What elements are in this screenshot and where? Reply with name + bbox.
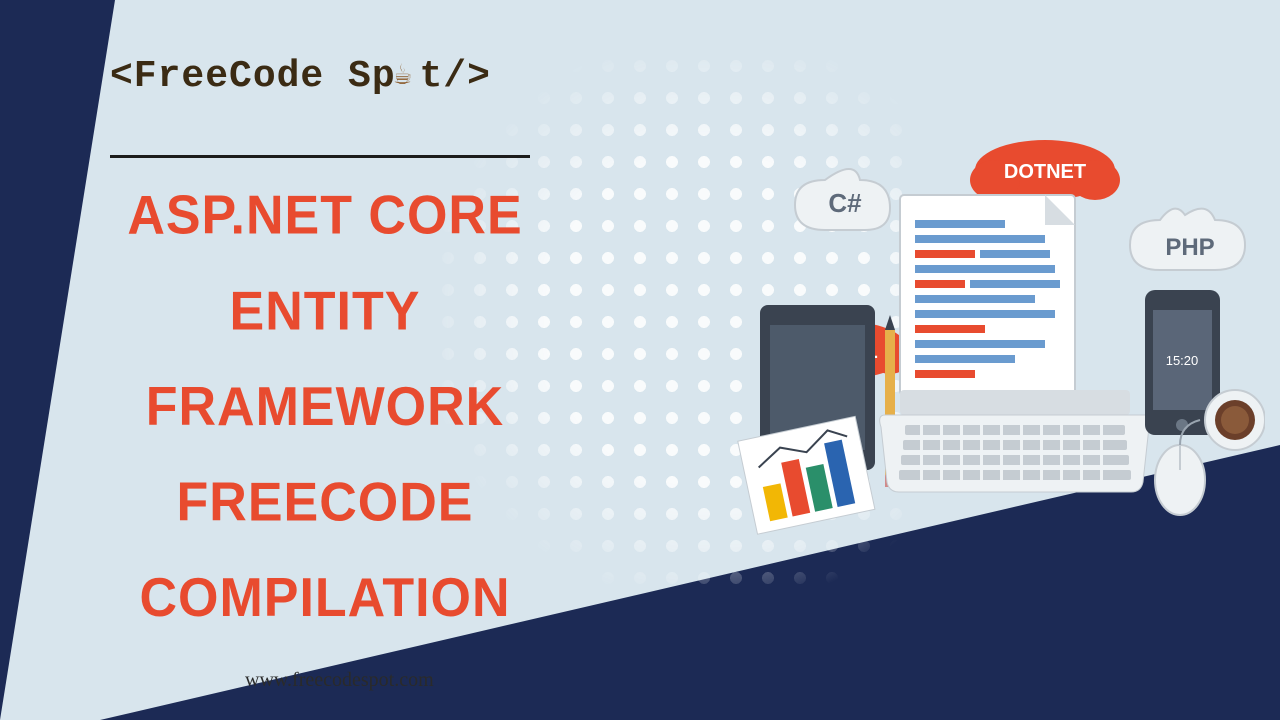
cloud-php-icon: PHP — [1130, 209, 1245, 270]
coding-illustration: C# DOTNET PHP HTML — [705, 130, 1265, 560]
title-line-2: ENTITY FRAMEWORK — [100, 264, 550, 455]
coffee-cup-icon — [1205, 390, 1265, 450]
svg-text:15:20: 15:20 — [1166, 353, 1199, 368]
title-line-3: FREECODE — [100, 455, 550, 551]
cloud-csharp-icon: C# — [795, 169, 890, 230]
title-line-4: COMPILATION — [100, 551, 550, 647]
svg-text:PHP: PHP — [1165, 234, 1214, 261]
logo-text-open: <FreeCode Sp — [110, 55, 396, 98]
divider-line — [110, 155, 530, 158]
code-document-icon — [900, 195, 1075, 395]
chart-paper-icon — [738, 416, 875, 534]
logo-text-close: t/> — [419, 55, 490, 98]
title-line-1: ASP.NET CORE — [100, 169, 550, 265]
svg-text:DOTNET: DOTNET — [1004, 161, 1086, 183]
decorative-triangle-left — [0, 0, 115, 720]
main-title: ASP.NET CORE ENTITY FRAMEWORK FREECODE C… — [100, 169, 550, 647]
laptop-icon — [880, 390, 1151, 492]
brand-logo: <FreeCode Spot/> — [110, 55, 491, 98]
coffee-cup-icon: o — [396, 55, 420, 98]
svg-text:C#: C# — [828, 188, 862, 218]
cloud-dotnet-icon: DOTNET — [970, 140, 1120, 200]
footer-url: www.freecodespot.com — [245, 669, 434, 692]
